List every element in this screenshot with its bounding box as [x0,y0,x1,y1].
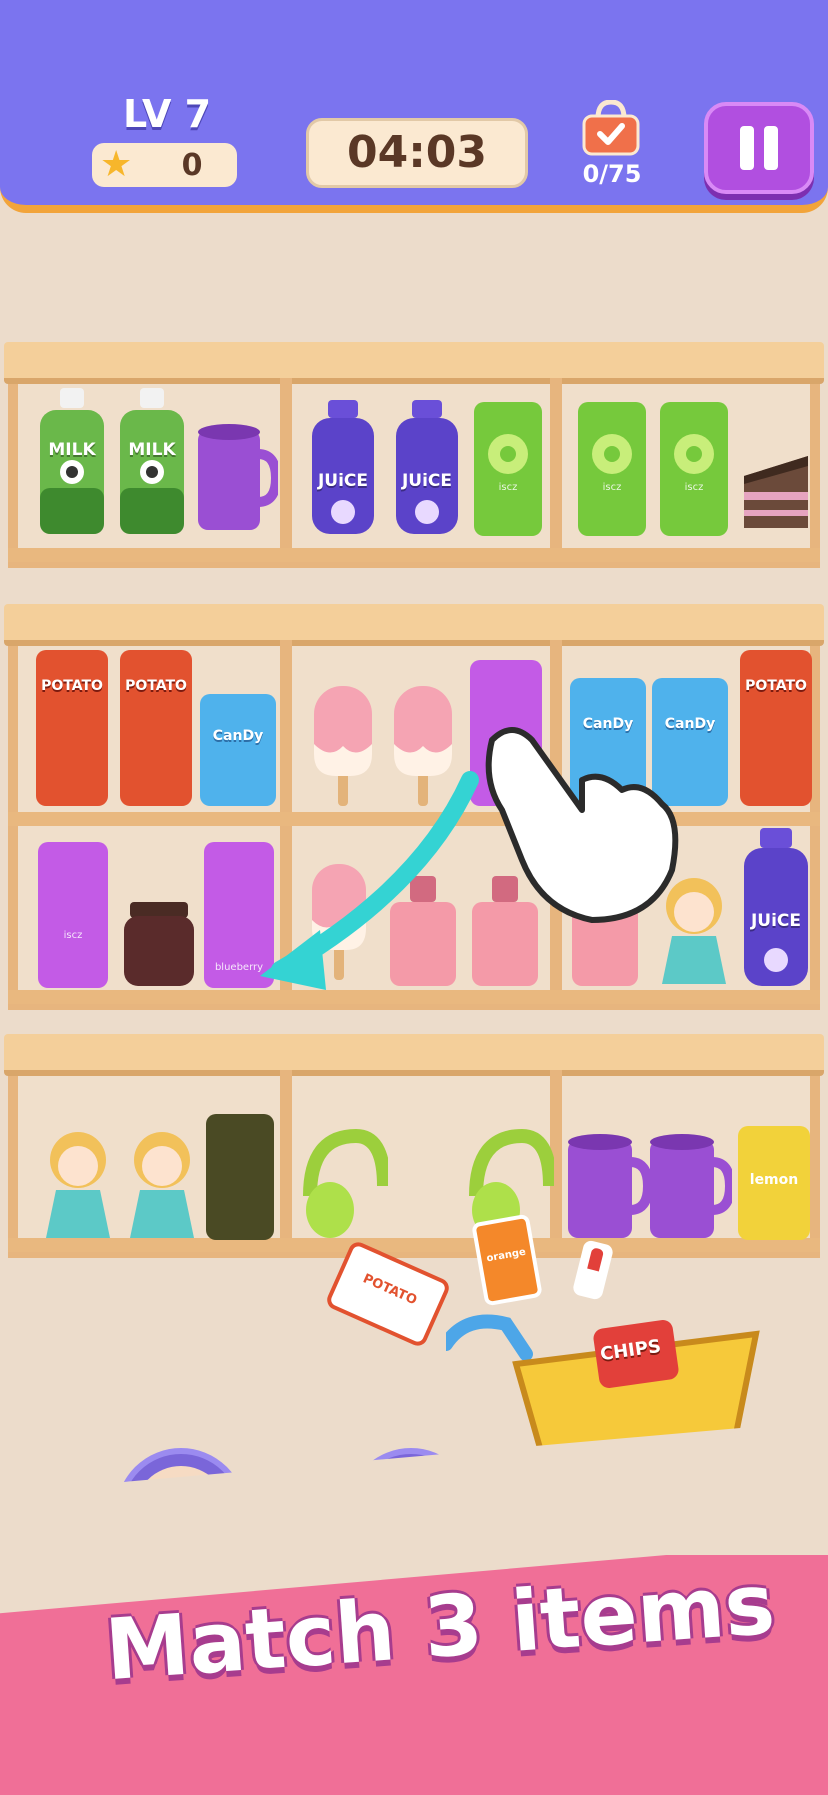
juice-bottle[interactable]: JUiCE [308,400,378,536]
shelf-top [4,1034,824,1076]
potato-chips-can[interactable]: POTATO [36,650,108,806]
potato-label: POTATO [125,678,187,695]
milk-bottle[interactable]: MILK [116,388,188,536]
floating-chips-label: POTATO [360,1271,420,1309]
shelf-divider [550,378,562,558]
pointing-hand-icon [485,727,679,923]
can-brand: iscz [63,929,83,941]
milk-bottle[interactable]: MILK [36,388,108,536]
star-icon: ★ [100,144,133,185]
swipe-arrow-icon [260,771,479,990]
lime-can[interactable]: iscz [660,402,728,536]
potato-chips-can[interactable]: POTATO [740,650,812,806]
doll-toy[interactable] [40,1126,116,1242]
can-brand: iscz [498,482,518,494]
shelf-divider [280,1070,292,1248]
floating-can-label: orange [485,1246,527,1265]
dark-can[interactable] [206,1114,274,1240]
pause-icon [740,126,754,170]
juice-bottle[interactable]: JUiCE [740,828,812,988]
juice-label: JUiCE [750,911,802,932]
chocolate-cake[interactable] [740,436,812,534]
shopping-bag-icon [582,100,640,156]
jam-jar[interactable] [122,902,196,988]
lemon-can[interactable]: lemon [738,1126,810,1240]
pause-button[interactable] [704,102,814,194]
shelf-1: MILK MILK JUiCE JUiCE iscz iscz iscz [4,342,824,568]
lime-can[interactable]: iscz [578,402,646,536]
purple-mug[interactable] [196,422,282,534]
juice-label: JUiCE [401,470,453,491]
doll-toy[interactable] [124,1126,200,1242]
shelf-top [4,604,824,646]
top-hud: LV 7 ★ 0 04:03 0/75 [0,0,828,213]
potato-chips-can[interactable]: POTATO [120,650,192,806]
countdown-timer: 04:03 [306,118,528,188]
purple-mug[interactable] [648,1132,736,1240]
level-label: LV 7 [122,92,212,136]
can-label: lemon [749,1171,799,1188]
blueberry-can[interactable]: iscz [38,842,108,988]
lime-can[interactable]: iscz [474,402,542,536]
star-count: 0 [181,148,203,183]
candy-label: CanDy [212,727,264,744]
can-brand: iscz [684,482,704,494]
headphones[interactable] [300,1126,391,1240]
shelf-top [4,342,824,384]
juice-label: JUiCE [317,470,369,491]
lipstick-tip [587,1247,605,1272]
pause-icon-bar [764,126,778,170]
star-counter: ★ 0 [92,143,237,187]
goal-progress: 0/75 [582,160,642,188]
milk-label: MILK [48,439,96,460]
shelf-3: lemon [4,1034,824,1258]
milk-label: MILK [128,439,176,460]
purple-mug[interactable] [566,1132,654,1240]
shelf-floor [8,548,820,562]
potato-label: POTATO [41,678,103,695]
potato-label: POTATO [745,678,807,695]
can-brand: iscz [602,482,622,494]
shelf-divider [280,378,292,558]
juice-bottle[interactable]: JUiCE [392,400,462,536]
